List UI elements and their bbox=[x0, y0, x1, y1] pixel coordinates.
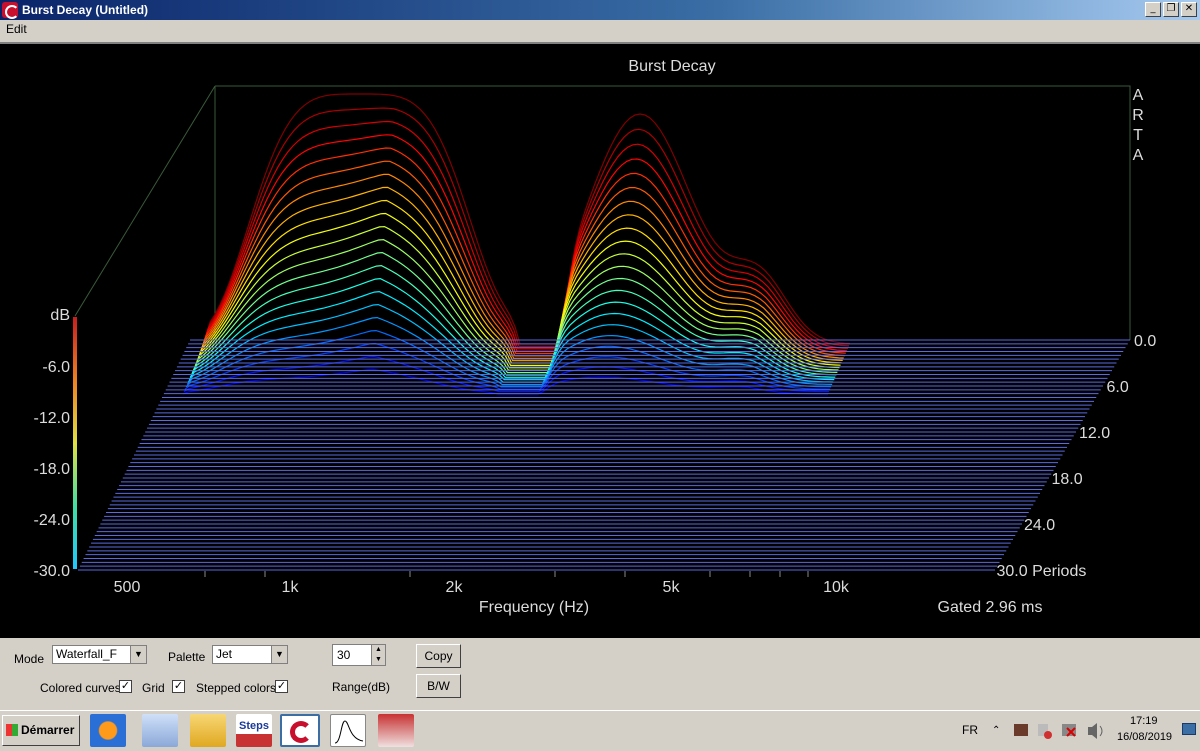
steps-app-icon[interactable]: Steps bbox=[236, 714, 272, 747]
folder-icon[interactable] bbox=[190, 714, 226, 747]
menu-bar: Edit bbox=[0, 20, 1200, 40]
period-tick-label: 0.0 bbox=[1134, 333, 1156, 350]
minimize-button[interactable]: _ bbox=[1145, 2, 1161, 17]
spin-up-icon[interactable]: ▲ bbox=[371, 645, 385, 655]
arta-taskbar-icon[interactable] bbox=[280, 714, 320, 747]
brand-letter: A bbox=[1133, 147, 1144, 164]
window-title: Burst Decay (Untitled) bbox=[22, 3, 149, 17]
palette-value: Jet bbox=[216, 647, 233, 661]
close-button[interactable]: ✕ bbox=[1181, 2, 1197, 17]
side-frame bbox=[74, 85, 216, 317]
mode-value: Waterfall_F bbox=[56, 647, 117, 661]
volume-icon bbox=[1088, 723, 1097, 739]
start-button[interactable]: Démarrer bbox=[2, 715, 80, 746]
chevron-down-icon[interactable]: ▼ bbox=[130, 646, 146, 663]
arta-app-icon bbox=[2, 2, 19, 19]
restore-button[interactable]: ❐ bbox=[1163, 2, 1179, 17]
db-ticks: -6.0 -12.0 -18.0 -24.0 -30.0 bbox=[34, 359, 71, 580]
stepped-colors-label: Stepped colors bbox=[196, 681, 277, 695]
system-tray bbox=[1012, 714, 1122, 747]
db-tick-label: -12.0 bbox=[34, 410, 71, 427]
waterfall-curves bbox=[182, 93, 851, 395]
range-label: Range(dB) bbox=[332, 680, 391, 694]
db-tick-label: -18.0 bbox=[34, 461, 71, 478]
frequency-ticks: 500 1k 2k 5k 10k bbox=[114, 571, 850, 596]
calculator-icon[interactable] bbox=[142, 714, 178, 747]
spin-down-icon[interactable]: ▼ bbox=[371, 655, 385, 665]
taskbar: Démarrer Steps FR ⌃ 17:19 16/08/2019 bbox=[0, 710, 1200, 749]
chevron-down-icon[interactable]: ▼ bbox=[271, 646, 287, 663]
waterfall-plot: Burst Decay ARTA dB -6.0-12.0-18.0-24.0-… bbox=[34, 58, 1157, 616]
clock-time: 17:19 bbox=[1130, 715, 1158, 727]
colored-curves-checkbox[interactable]: ✓ bbox=[119, 680, 132, 693]
db-tick-label: -30.0 bbox=[34, 563, 71, 580]
brand-letter: R bbox=[1132, 107, 1144, 124]
decay-curve bbox=[203, 107, 850, 347]
mode-select[interactable]: Waterfall_F ▼ bbox=[52, 645, 147, 664]
range-spinner[interactable]: 30 ▲ ▼ bbox=[332, 644, 386, 666]
period-tick-label: 12.0 bbox=[1079, 425, 1110, 442]
frequency-tick-label: 10k bbox=[823, 579, 850, 596]
frequency-tick-label: 1k bbox=[282, 579, 300, 596]
brand-letter: A bbox=[1133, 87, 1144, 104]
control-panel: Mode Waterfall_F ▼ Palette Jet ▼ 30 ▲ ▼ … bbox=[0, 638, 1200, 708]
tray-expand-icon[interactable]: ⌃ bbox=[992, 714, 1000, 747]
stepped-colors-checkbox[interactable]: ✓ bbox=[275, 680, 288, 693]
copy-button[interactable]: Copy bbox=[416, 644, 461, 668]
period-ticks: 0.0 6.0 12.0 18.0 24.0 30.0 Periods bbox=[997, 333, 1157, 580]
period-tick-label: 24.0 bbox=[1024, 517, 1055, 534]
decay-curve bbox=[202, 120, 848, 350]
decay-curve bbox=[196, 199, 842, 364]
db-color-scale bbox=[73, 317, 77, 569]
clock-date: 16/08/2019 bbox=[1117, 731, 1173, 743]
decay-curve bbox=[197, 186, 843, 362]
impedance-app-icon[interactable] bbox=[330, 714, 366, 747]
brand-letter: T bbox=[1133, 127, 1143, 144]
media-player-icon[interactable] bbox=[90, 714, 126, 747]
palette-label: Palette bbox=[168, 650, 206, 664]
language-indicator[interactable]: FR bbox=[962, 723, 978, 737]
show-desktop-icon[interactable] bbox=[1182, 723, 1196, 735]
decay-curve bbox=[200, 147, 846, 355]
range-value: 30 bbox=[337, 648, 351, 662]
title-bar[interactable]: Burst Decay (Untitled) _ ❐ ✕ bbox=[0, 0, 1200, 20]
grid-label: Grid bbox=[142, 681, 165, 695]
waterfall-floor bbox=[78, 339, 1130, 571]
gated-label: Gated 2.96 ms bbox=[938, 599, 1043, 616]
period-tick-label: 18.0 bbox=[1052, 471, 1083, 488]
plot-title: Burst Decay bbox=[628, 58, 715, 75]
mode-label: Mode bbox=[14, 652, 45, 666]
frequency-tick-label: 2k bbox=[446, 579, 464, 596]
speaker-app-icon[interactable] bbox=[378, 714, 414, 747]
db-unit-label: dB bbox=[50, 307, 70, 324]
network-icon bbox=[1014, 724, 1028, 736]
frequency-tick-label: 500 bbox=[114, 579, 141, 596]
period-tick-label: 30.0 Periods bbox=[997, 563, 1087, 580]
db-tick-label: -24.0 bbox=[34, 512, 71, 529]
frequency-tick-label: 5k bbox=[663, 579, 681, 596]
grid-checkbox[interactable]: ✓ bbox=[172, 680, 185, 693]
period-tick-label: 6.0 bbox=[1107, 379, 1129, 396]
arta-brand: ARTA bbox=[1132, 87, 1144, 164]
palette-select[interactable]: Jet ▼ bbox=[212, 645, 288, 664]
menu-edit[interactable]: Edit bbox=[6, 22, 27, 36]
decay-curve bbox=[204, 93, 851, 345]
plot-area[interactable]: Burst Decay ARTA dB -6.0 -12.0 -18.0 -24.0-… bbox=[0, 42, 1200, 638]
bw-button[interactable]: B/W bbox=[416, 674, 461, 698]
decay-curve bbox=[199, 160, 845, 357]
burst-decay-window: Burst Decay (Untitled) _ ❐ ✕ Edit Burst … bbox=[0, 0, 1200, 710]
x-axis-label: Frequency (Hz) bbox=[479, 599, 589, 616]
colored-curves-label: Colored curves bbox=[40, 681, 121, 695]
db-tick-label: -6.0 bbox=[42, 359, 70, 376]
